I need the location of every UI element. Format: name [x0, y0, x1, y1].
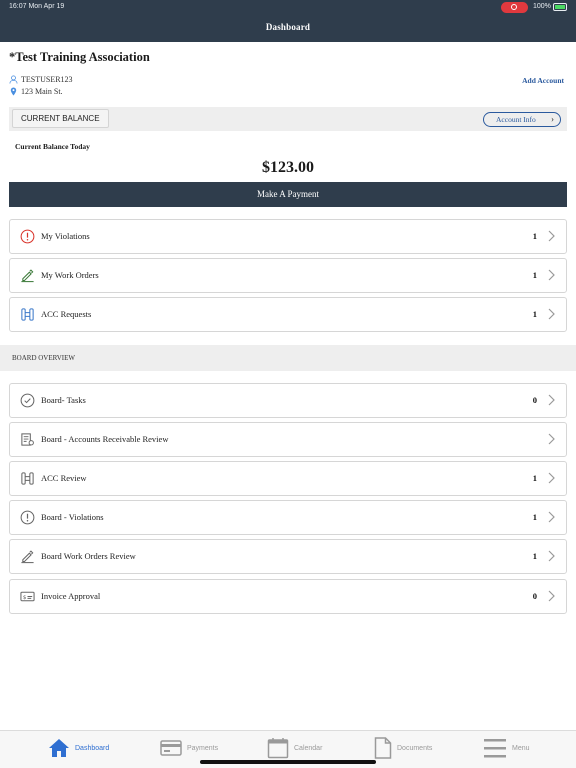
chevron-right-icon [548, 433, 555, 445]
svg-text:$: $ [23, 595, 27, 601]
chevron-right-icon [548, 308, 555, 320]
item-label: Board- Tasks [41, 395, 86, 405]
board-overview-header: BOARD OVERVIEW [0, 345, 576, 371]
address-line: 123 Main St. [9, 87, 63, 96]
chevron-right-icon [548, 394, 555, 406]
page-title: Dashboard [265, 22, 311, 32]
list-item-my-violations[interactable]: My Violations 1 [9, 219, 567, 254]
item-count: 1 [532, 270, 537, 280]
item-count: 1 [532, 512, 537, 522]
tab-dashboard[interactable]: Dashboard [48, 736, 109, 760]
item-label: Board Work Orders Review [41, 551, 136, 561]
home-indicator[interactable] [200, 760, 376, 764]
item-label: Board - Accounts Receivable Review [41, 434, 169, 444]
work-order-icon [21, 550, 34, 564]
item-label: ACC Requests [41, 309, 92, 319]
account-info-button[interactable]: Account Info › [483, 112, 561, 127]
list-item-board-tasks[interactable]: Board- Tasks 0 [9, 383, 567, 418]
make-payment-button[interactable]: Make A Payment [9, 182, 567, 207]
item-label: Invoice Approval [41, 591, 101, 601]
tab-label: Payments [187, 744, 219, 752]
chevron-right-icon [548, 511, 555, 523]
list-item-my-work-orders[interactable]: My Work Orders 1 [9, 258, 567, 293]
user-line: TESTUSER123 [9, 75, 73, 84]
list-item-board-work-orders-review[interactable]: Board Work Orders Review 1 [9, 539, 567, 574]
list-item-invoice-approval[interactable]: $ Invoice Approval 0 [9, 579, 567, 614]
chevron-right-icon [548, 590, 555, 602]
association-name: *Test Training Association [9, 50, 150, 64]
list-item-acc-review[interactable]: ACC Review 1 [9, 461, 567, 496]
item-count: 1 [532, 309, 537, 319]
hamburger-icon [484, 739, 506, 758]
tab-label: Menu [512, 744, 530, 752]
tab-label: Dashboard [75, 744, 110, 752]
chevron-right-icon [548, 472, 555, 484]
calendar-icon [267, 738, 289, 759]
address: 123 Main St. [21, 87, 63, 96]
battery-icon [553, 3, 567, 11]
screen-record-icon[interactable] [501, 2, 528, 13]
invoice-icon: $ [20, 591, 35, 602]
account-info-label: Account Info [496, 115, 536, 124]
balance-today-label: Current Balance Today [15, 142, 90, 151]
violation-icon [20, 510, 35, 525]
tab-payments[interactable]: Payments [160, 736, 218, 760]
item-label: Board - Violations [41, 512, 104, 522]
item-count: 0 [532, 591, 537, 601]
username: TESTUSER123 [21, 75, 73, 84]
current-balance-tab[interactable]: CURRENT BALANCE [12, 109, 109, 128]
chevron-right-icon: › [551, 114, 554, 124]
balance-bar: CURRENT BALANCE Account Info › [9, 107, 567, 131]
item-count: 1 [532, 231, 537, 241]
list-item-acc-requests[interactable]: ACC Requests 1 [9, 297, 567, 332]
tab-documents[interactable]: Documents [374, 736, 432, 760]
balance-amount: $123.00 [262, 159, 314, 176]
section-label: BOARD OVERVIEW [12, 354, 76, 362]
chevron-right-icon [548, 269, 555, 281]
list-item-board-receivable-review[interactable]: Board - Accounts Receivable Review [9, 422, 567, 457]
add-account-link[interactable]: Add Account [522, 76, 564, 85]
status-time: 16:07 Mon Apr 19 [9, 3, 65, 10]
receivable-icon [21, 433, 34, 446]
document-icon [374, 737, 392, 759]
item-count: 0 [532, 395, 537, 405]
acc-icon [21, 472, 34, 485]
work-order-icon [21, 269, 34, 283]
item-count: 1 [532, 551, 537, 561]
battery-percent: 100% [533, 3, 551, 10]
user-icon [9, 75, 18, 84]
item-label: My Work Orders [41, 270, 99, 280]
item-label: ACC Review [41, 473, 87, 483]
tab-label: Calendar [294, 744, 323, 752]
tab-label: Documents [397, 744, 433, 752]
chevron-right-icon [548, 230, 555, 242]
item-count: 1 [532, 473, 537, 483]
chevron-right-icon [548, 550, 555, 562]
top-bar: 16:07 Mon Apr 19 100% Dashboard [0, 0, 576, 42]
tab-calendar[interactable]: Calendar [267, 736, 322, 760]
acc-icon [21, 308, 34, 321]
credit-card-icon [160, 740, 182, 756]
task-check-icon [20, 393, 35, 408]
home-icon [49, 739, 69, 757]
location-pin-icon [10, 87, 17, 96]
status-bar: 16:07 Mon Apr 19 100% [0, 2, 576, 14]
item-label: My Violations [41, 231, 90, 241]
tab-menu[interactable]: Menu [483, 736, 530, 760]
violation-icon [20, 229, 35, 244]
list-item-board-violations[interactable]: Board - Violations 1 [9, 500, 567, 535]
